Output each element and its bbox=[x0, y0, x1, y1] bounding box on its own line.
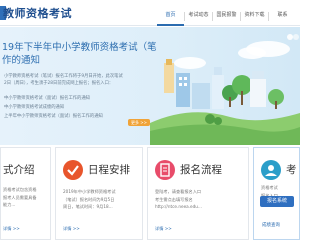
main-nav: 首页 考试动态 国民报警 资料下载 联系 bbox=[157, 9, 296, 26]
nav-item-home[interactable]: 首页 bbox=[157, 9, 184, 26]
card-title: 日程安排 bbox=[88, 164, 130, 176]
details-link[interactable]: 详情 >> bbox=[155, 226, 172, 232]
more-button[interactable]: 更多 >> bbox=[128, 119, 150, 126]
banner-headline-line2: 作的通知 bbox=[2, 55, 41, 66]
site-header: 教师资格考试 首页 考试动态 国民报警 资料下载 联系 bbox=[0, 0, 300, 26]
nav-item-exam-news[interactable]: 考试动态 bbox=[185, 9, 212, 26]
banner-news-link[interactable]: 中小学教师资格考试（面试）报名工作的通知 bbox=[4, 95, 144, 101]
card-text-line: （笔试）报名时间为9月5日 bbox=[63, 196, 115, 202]
card-text: 登陆考，请查看报名入口 考生需点击填写报名 http://ntce.neea.e… bbox=[155, 188, 245, 211]
details-link[interactable]: 详情 >> bbox=[3, 226, 20, 232]
nav-item-downloads[interactable]: 资料下载 bbox=[241, 9, 268, 26]
card-text-line: 报考人员需要具备 bbox=[3, 194, 37, 200]
document-icon bbox=[155, 160, 175, 180]
card-text-line: 周日，笔试时间：9月18... bbox=[63, 204, 113, 209]
card-title: 式介绍 bbox=[3, 164, 35, 176]
banner-headline-line1: 19年下半年中小学教师资格考试（笔 bbox=[2, 42, 157, 53]
banner-news-link[interactable]: 中小学教师资格考试成绩的通知 bbox=[4, 104, 144, 110]
card-text-line: 资格考试包含资格 bbox=[3, 187, 37, 192]
card-schedule[interactable]: 日程安排 2019年中小学教师资格考试 （笔试）报名时间为9月5日 周日，笔试时… bbox=[55, 147, 143, 240]
details-link[interactable]: 详情 >> bbox=[63, 226, 80, 232]
card-text: 2019年中小学教师资格考试 （笔试）报名时间为9月5日 周日，笔试时间：9月1… bbox=[63, 188, 141, 211]
check-circle-icon bbox=[63, 160, 83, 180]
card-text-line: http://ntce.neea.edu... bbox=[155, 204, 202, 209]
banner-summary-line: 小学教师资格考试（笔试）报名工作将于9月日开始，此次笔试 bbox=[4, 74, 123, 79]
nav-item-contact[interactable]: 联系 bbox=[269, 9, 296, 26]
banner-news-link[interactable]: 上半年中小学教师资格考试（面试）报名工作的通知 bbox=[4, 113, 144, 119]
news-banner: 19年下半年中小学教师资格考试（笔 作的通知 小学教师资格考试（笔试）报名工作将… bbox=[0, 27, 300, 145]
card-text-line: 资格考试 bbox=[261, 185, 278, 190]
banner-summary-line: 2日（周日），考生须于28日前完成网上报名；报名入口： bbox=[4, 81, 114, 86]
nav-item-alerts[interactable]: 国民报警 bbox=[213, 9, 240, 26]
campus-illustration bbox=[150, 34, 300, 145]
banner-headline[interactable]: 19年下半年中小学教师资格考试（笔 作的通知 bbox=[2, 41, 174, 67]
card-title: 报名流程 bbox=[180, 164, 222, 176]
register-system-button[interactable]: 报名系统 bbox=[260, 196, 294, 207]
card-registration-process[interactable]: 报名流程 登陆考，请查看报名入口 考生需点击填写报名 http://ntce.n… bbox=[147, 147, 249, 240]
card-exam-intro[interactable]: 式介绍 资格考试包含资格 报考人员需要具备 能力... 详情 >> bbox=[0, 147, 51, 240]
card-text-line: 登陆考，请查看报名入口 bbox=[155, 189, 202, 194]
card-text: 资格考试包含资格 报考人员需要具备 能力... bbox=[3, 186, 50, 209]
user-icon bbox=[261, 160, 281, 180]
card-title: 考 bbox=[286, 164, 297, 176]
score-query-link[interactable]: 成绩查询 bbox=[262, 222, 280, 228]
card-text-line: 2019年中小学教师资格考试 bbox=[63, 189, 116, 194]
card-text-line: 能力... bbox=[3, 202, 16, 207]
site-title: 教师资格考试 bbox=[3, 7, 72, 20]
card-text-line: 考生需点击填写报名 bbox=[155, 196, 193, 202]
